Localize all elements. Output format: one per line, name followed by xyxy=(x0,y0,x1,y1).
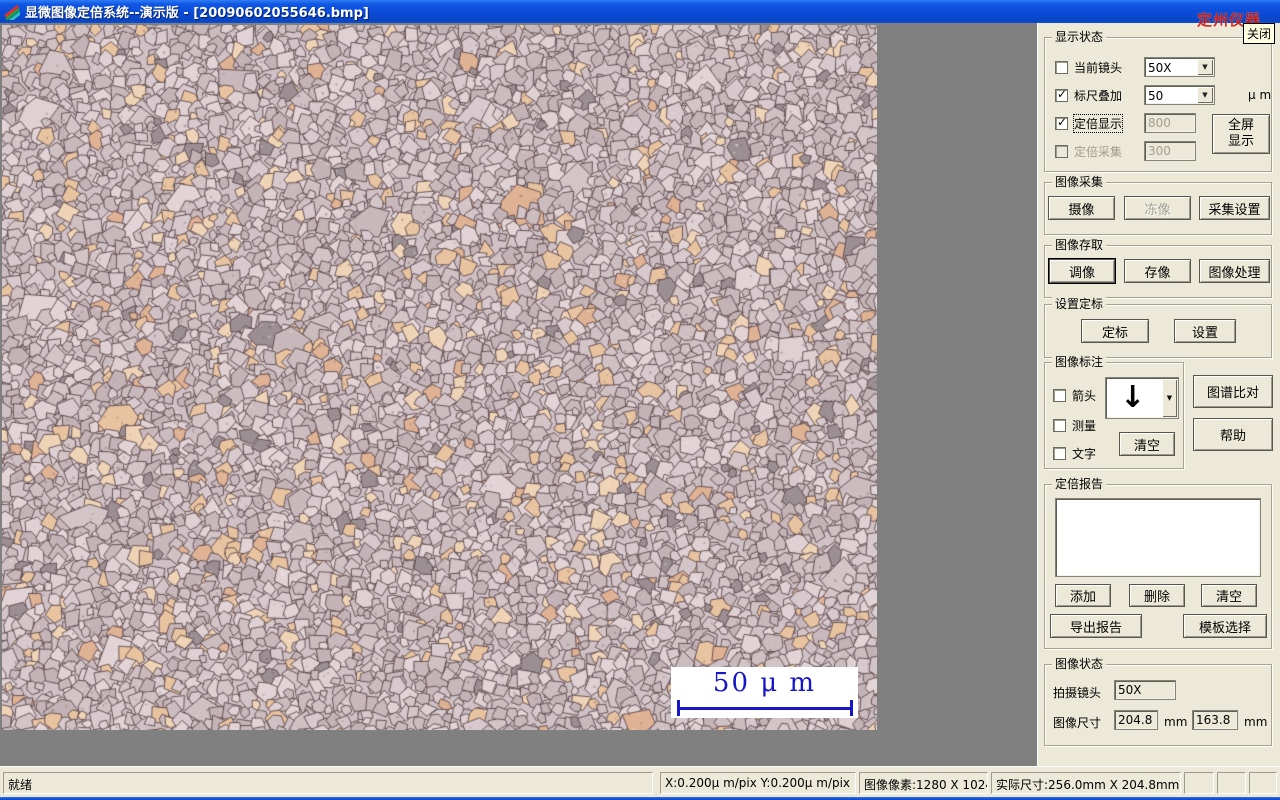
image-width-field: 204.8 xyxy=(1114,710,1158,730)
group-capture: 图像采集 摄像 冻像 采集设置 xyxy=(1044,175,1272,235)
scale-unit-label: μ m xyxy=(1248,88,1272,102)
current-lens-label: 当前镜头 xyxy=(1074,60,1123,75)
fixed-display-checkbox[interactable] xyxy=(1055,115,1068,130)
status-spare-3 xyxy=(1249,772,1277,794)
app-icon xyxy=(4,4,20,20)
fixed-display-label: 定倍显示 xyxy=(1072,113,1124,133)
status-spare-1 xyxy=(1184,772,1214,794)
report-delete-button[interactable]: 删除 xyxy=(1129,584,1185,607)
template-select-button[interactable]: 模板选择 xyxy=(1183,614,1267,638)
save-image-button[interactable]: 存像 xyxy=(1124,259,1191,283)
chevron-down-icon[interactable]: ▼ xyxy=(1197,87,1213,103)
group-calibration: 设置定标 定标 设置 xyxy=(1044,297,1272,358)
annotation-clear-button[interactable]: 清空 xyxy=(1119,432,1175,456)
capture-settings-button[interactable]: 采集设置 xyxy=(1199,196,1270,220)
window-title: 显微图像定倍系统--演示版 - [20090602055646.bmp] xyxy=(25,6,369,21)
arrow-style-combo[interactable]: ↓ ▼ xyxy=(1105,377,1179,419)
group-display-status-label: 显示状态 xyxy=(1052,30,1107,44)
text-checkbox[interactable] xyxy=(1053,446,1066,460)
freeze-button: 冻像 xyxy=(1124,196,1191,220)
status-bar: 就绪 X:0.200μ m/pix Y:0.200μ m/pix 图像像素:12… xyxy=(0,766,1280,797)
close-tooltip: 关闭 xyxy=(1243,23,1276,44)
fixed-display-input: 800 xyxy=(1144,113,1196,133)
title-bar: 显微图像定倍系统--演示版 - [20090602055646.bmp] xyxy=(0,0,1280,23)
calibration-setup-button[interactable]: 设置 xyxy=(1174,319,1236,343)
export-report-button[interactable]: 导出报告 xyxy=(1050,614,1142,638)
arrow-label: 箭头 xyxy=(1072,388,1097,403)
scalebar-line xyxy=(677,707,853,710)
load-image-button[interactable]: 调像 xyxy=(1049,259,1115,283)
scalebar-overlay: 50 μ m xyxy=(671,667,858,718)
lens-value-field: 50X xyxy=(1114,680,1176,700)
help-button[interactable]: 帮助 xyxy=(1193,418,1273,451)
arrow-down-icon: ↓ xyxy=(1120,380,1146,415)
report-add-button[interactable]: 添加 xyxy=(1055,584,1111,607)
status-actual-size: 实际尺寸:256.0mm X 204.8mm xyxy=(991,772,1181,794)
chevron-down-icon[interactable]: ▼ xyxy=(1162,379,1177,417)
current-lens-combo[interactable]: 50X ▼ xyxy=(1144,57,1215,77)
status-pixel-scale: X:0.200μ m/pix Y:0.200μ m/pix xyxy=(660,772,856,794)
measure-checkbox[interactable] xyxy=(1053,418,1066,432)
report-clear-button[interactable]: 清空 xyxy=(1201,584,1257,607)
group-annotation: 图像标注 箭头 测量 文字 ↓ ▼ 清空 xyxy=(1044,355,1184,469)
report-list[interactable] xyxy=(1055,498,1261,577)
group-image-status: 图像状态 拍摄镜头 50X 图像尺寸 204.8 mm 163.8 mm xyxy=(1044,657,1272,746)
measure-label: 测量 xyxy=(1072,418,1097,433)
control-panel: 显示状态 当前镜头 50X ▼ 标尺叠加 50 ▼ μ m 定倍显示 800 定… xyxy=(1037,23,1280,766)
arrow-checkbox[interactable] xyxy=(1053,388,1066,402)
scale-overlay-checkbox[interactable] xyxy=(1055,87,1068,102)
client-area: 50 μ m xyxy=(0,23,1037,766)
status-ready: 就绪 xyxy=(3,772,653,794)
fullscreen-button[interactable]: 全屏 显示 xyxy=(1212,114,1270,154)
micrograph-image[interactable] xyxy=(2,25,877,730)
calibrate-button[interactable]: 定标 xyxy=(1081,319,1149,343)
height-unit-label: mm xyxy=(1244,715,1268,729)
fixed-capture-checkbox xyxy=(1055,144,1068,158)
image-process-button[interactable]: 图像处理 xyxy=(1199,259,1270,283)
group-display-status: 显示状态 当前镜头 50X ▼ 标尺叠加 50 ▼ μ m 定倍显示 800 定… xyxy=(1044,30,1272,172)
image-viewport[interactable]: 50 μ m xyxy=(2,25,877,730)
lens-label: 拍摄镜头 xyxy=(1053,686,1102,700)
status-spare-2 xyxy=(1217,772,1246,794)
image-size-label: 图像尺寸 xyxy=(1053,716,1102,730)
shoot-button[interactable]: 摄像 xyxy=(1048,196,1115,220)
group-report: 定倍报告 添加 删除 清空 导出报告 模板选择 xyxy=(1044,477,1272,649)
scale-value-combo[interactable]: 50 ▼ xyxy=(1144,85,1215,105)
status-image-pixels: 图像像素:1280 X 1024 xyxy=(859,772,988,794)
scalebar-text: 50 μ m xyxy=(712,668,817,698)
width-unit-label: mm xyxy=(1164,715,1188,729)
group-storage: 图像存取 调像 存像 图像处理 xyxy=(1044,238,1272,298)
chevron-down-icon[interactable]: ▼ xyxy=(1197,59,1213,75)
image-height-field: 163.8 xyxy=(1192,710,1238,730)
text-label: 文字 xyxy=(1072,446,1097,461)
atlas-compare-button[interactable]: 图谱比对 xyxy=(1193,375,1273,408)
scale-overlay-label: 标尺叠加 xyxy=(1074,88,1123,103)
fixed-capture-input: 300 xyxy=(1144,141,1196,161)
fixed-capture-label: 定倍采集 xyxy=(1074,144,1123,159)
current-lens-checkbox[interactable] xyxy=(1055,60,1068,74)
